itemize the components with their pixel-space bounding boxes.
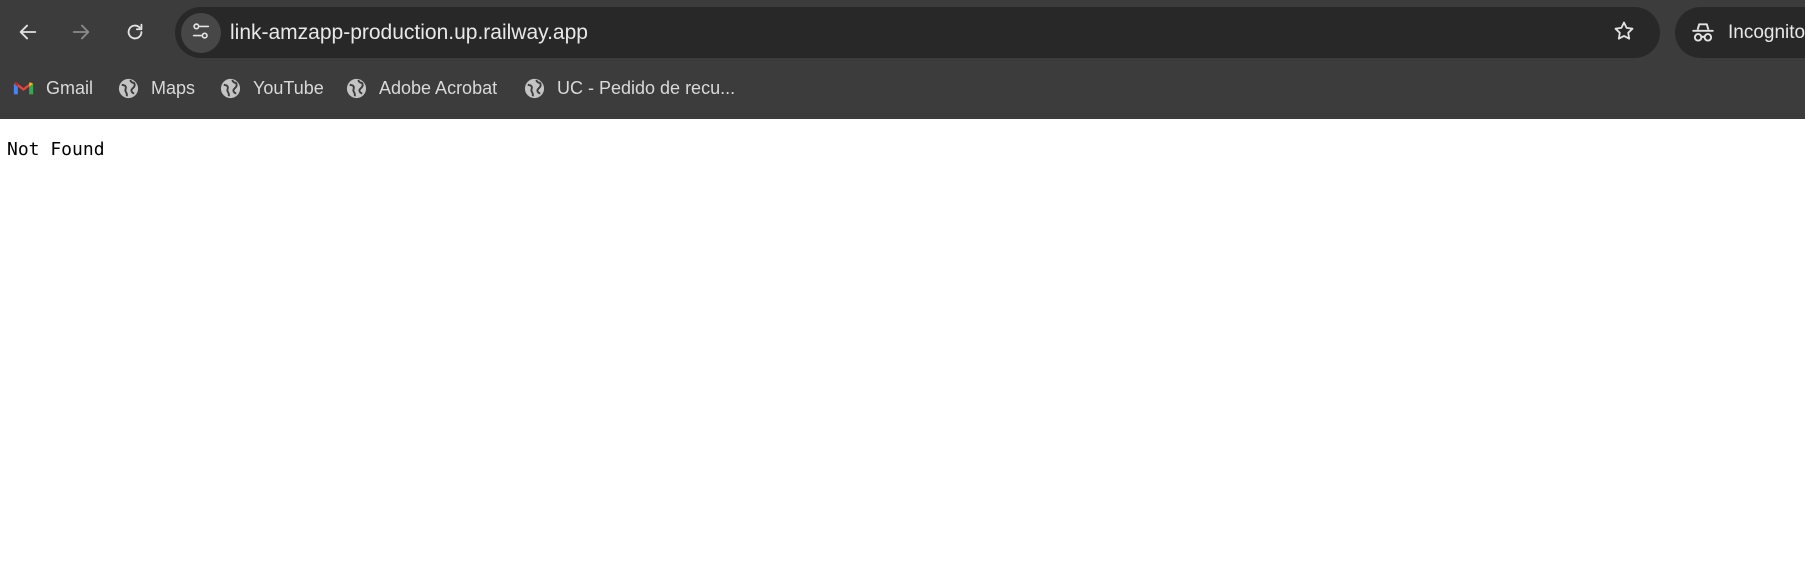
reload-button[interactable]: [117, 16, 153, 52]
url-text[interactable]: link-amzapp-production.up.railway.app: [230, 7, 588, 58]
globe-icon: [523, 77, 546, 100]
back-button[interactable]: [10, 16, 46, 52]
bookmark-label: UC - Pedido de recu...: [557, 77, 736, 98]
star-icon: [1612, 19, 1636, 48]
tune-icon: [190, 20, 212, 47]
bookmark-youtube[interactable]: YouTube: [219, 68, 324, 108]
browser-toolbar: link-amzapp-production.up.railway.app In…: [0, 6, 1805, 60]
address-bar[interactable]: link-amzapp-production.up.railway.app: [175, 7, 1660, 58]
reload-icon: [124, 21, 146, 48]
page-content: Not Found: [0, 119, 1805, 570]
globe-icon: [345, 77, 368, 100]
site-info-button[interactable]: [181, 13, 221, 53]
bookmark-maps[interactable]: Maps: [117, 68, 195, 108]
browser-chrome: link-amzapp-production.up.railway.app In…: [0, 0, 1805, 119]
bookmark-label: YouTube: [253, 77, 324, 98]
arrow-left-icon: [17, 21, 39, 48]
bookmark-uc-pedido[interactable]: UC - Pedido de recu...: [523, 68, 735, 108]
gmail-icon: [12, 77, 35, 100]
bookmark-adobe-acrobat[interactable]: Adobe Acrobat: [345, 68, 497, 108]
incognito-label: Incognito: [1728, 22, 1805, 43]
bookmark-label: Adobe Acrobat: [379, 77, 498, 98]
incognito-indicator[interactable]: Incognito: [1675, 7, 1805, 58]
not-found-message: Not Found: [7, 139, 105, 160]
forward-button[interactable]: [63, 16, 99, 52]
globe-icon: [117, 77, 140, 100]
globe-icon: [219, 77, 242, 100]
bookmark-label: Gmail: [46, 77, 94, 98]
bookmark-label: Maps: [151, 77, 196, 98]
arrow-right-icon: [70, 21, 92, 48]
bookmark-gmail[interactable]: Gmail: [12, 68, 93, 108]
incognito-icon: [1690, 20, 1716, 46]
bookmarks-bar: Gmail Maps YouTube Adobe Acrobat UC - Pe…: [0, 68, 1805, 108]
bookmark-star-button[interactable]: [1606, 15, 1642, 51]
